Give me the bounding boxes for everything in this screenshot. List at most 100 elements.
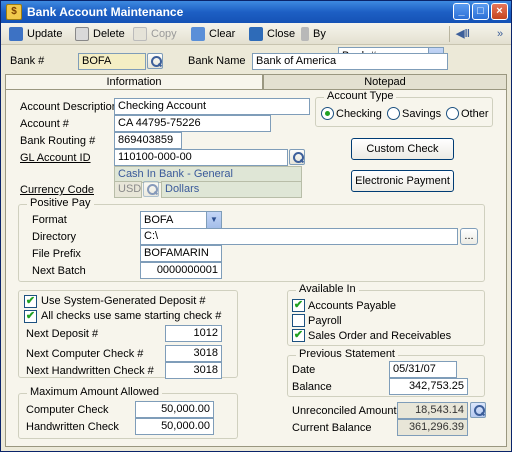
next-computer-label: Next Computer Check # [26, 348, 144, 360]
chevron-down-icon: ▼ [206, 212, 221, 228]
close-button[interactable]: Close [249, 26, 295, 42]
clear-button[interactable]: Clear [191, 26, 235, 42]
account-description-field[interactable]: Checking Account [114, 98, 310, 115]
next-computer-field[interactable]: 3018 [165, 345, 222, 362]
radio-savings[interactable] [387, 107, 400, 120]
copy-icon [133, 27, 147, 42]
directory-field[interactable]: C:\ [140, 228, 458, 245]
sales-order-label: Sales Order and Receivables [308, 330, 452, 342]
record-nav-prev-icon[interactable]: ◀‖ [456, 26, 470, 42]
toolbar: Update Delete Copy Clear Close By Bank #… [1, 23, 511, 65]
next-deposit-label: Next Deposit # [26, 328, 99, 340]
format-value: BOFA [144, 214, 174, 226]
currency-lookup-icon [143, 181, 159, 197]
max-handwritten-label: Handwritten Check [26, 421, 119, 433]
toolbar-separator [449, 26, 450, 42]
directory-label: Directory [32, 231, 77, 243]
minimize-button[interactable]: _ [453, 3, 470, 20]
account-type-title: Account Type [324, 90, 397, 102]
bank-num-label: Bank # [10, 55, 45, 67]
radio-other[interactable] [446, 107, 459, 120]
max-computer-field[interactable]: 50,000.00 [135, 401, 214, 418]
update-label: Update [27, 28, 63, 40]
next-handwritten-label: Next Handwritten Check # [26, 365, 154, 377]
gl-account-field[interactable]: 110100-000-00 [114, 149, 288, 166]
same-start-checkbox[interactable]: ✔ [24, 310, 37, 323]
current-balance-label: Current Balance [292, 422, 372, 434]
accounts-payable-checkbox[interactable]: ✔ [292, 299, 305, 312]
gl-lookup-icon[interactable] [289, 149, 305, 165]
paperclip-icon [301, 27, 309, 42]
gl-account-label[interactable]: GL Account ID [20, 152, 91, 164]
update-button[interactable]: Update [9, 26, 62, 42]
bank-account-maintenance-window: $ Bank Account Maintenance _ □ × Update … [0, 0, 512, 452]
window-title: Bank Account Maintenance [27, 5, 184, 19]
positive-pay-title: Positive Pay [27, 197, 94, 209]
format-select[interactable]: BOFA ▼ [140, 211, 222, 229]
radio-other-label: Other [461, 108, 489, 120]
account-description-label: Account Description [20, 101, 118, 113]
browse-button[interactable]: ... [460, 228, 478, 245]
close-window-button[interactable]: × [491, 3, 508, 20]
unreconciled-field: 18,543.14 [397, 402, 468, 419]
clear-icon [191, 27, 205, 42]
accounts-payable-label: Accounts Payable [308, 300, 397, 312]
title-bar: $ Bank Account Maintenance _ □ × [1, 1, 511, 23]
custom-check-button[interactable]: Custom Check [351, 138, 454, 160]
bank-name-label: Bank Name [188, 55, 246, 67]
radio-savings-label: Savings [402, 108, 442, 120]
sales-order-checkbox[interactable]: ✔ [292, 329, 305, 342]
account-num-label: Account # [20, 118, 69, 130]
tab-information[interactable]: Information [5, 74, 263, 90]
available-in-title: Available In [296, 283, 359, 295]
app-icon: $ [6, 4, 22, 20]
file-prefix-label: File Prefix [32, 248, 81, 260]
bank-lookup-icon[interactable] [147, 53, 163, 69]
statement-balance-field[interactable]: 342,753.25 [389, 378, 468, 395]
toolbar-overflow-icon[interactable]: » [497, 26, 503, 42]
next-batch-field[interactable]: 0000000001 [140, 262, 222, 279]
routing-field[interactable]: 869403859 [114, 132, 182, 149]
statement-date-label: Date [292, 364, 316, 376]
same-start-label: All checks use same starting check # [41, 310, 222, 322]
delete-button[interactable]: Delete [75, 26, 125, 42]
currency-code-label[interactable]: Currency Code [20, 184, 94, 196]
payroll-label: Payroll [308, 315, 342, 327]
max-amount-title: Maximum Amount Allowed [27, 386, 162, 398]
by-label: By [313, 28, 326, 40]
payroll-checkbox[interactable] [292, 314, 305, 327]
statement-date-field[interactable]: 05/31/07 [389, 361, 457, 378]
reconcile-detail-icon[interactable] [470, 402, 486, 418]
account-num-field[interactable]: CA 44795-75226 [114, 115, 271, 132]
maximize-button[interactable]: □ [472, 3, 489, 20]
delete-label: Delete [93, 28, 125, 40]
copy-label: Copy [151, 28, 177, 40]
previous-statement-title: Previous Statement [296, 348, 398, 360]
clear-label: Clear [209, 28, 236, 40]
use-system-deposit-checkbox[interactable]: ✔ [24, 295, 37, 308]
delete-icon [75, 27, 89, 42]
by-label-group: By [301, 26, 326, 42]
max-handwritten-field[interactable]: 50,000.00 [135, 418, 214, 435]
current-balance-field: 361,296.39 [397, 419, 468, 436]
currency-code-field: USD [114, 181, 142, 198]
next-deposit-field[interactable]: 1012 [165, 325, 222, 342]
tab-notepad[interactable]: Notepad [263, 74, 507, 90]
save-icon [9, 27, 23, 42]
file-prefix-field[interactable]: BOFAMARIN [140, 245, 222, 262]
electronic-payment-button[interactable]: Electronic Payment [351, 170, 454, 192]
bank-num-field[interactable]: BOFA [78, 53, 146, 70]
bank-name-field[interactable]: Bank of America [252, 53, 448, 70]
close-label: Close [267, 28, 296, 40]
use-system-deposit-label: Use System-Generated Deposit # [41, 295, 206, 307]
copy-button[interactable]: Copy [133, 26, 177, 42]
format-label: Format [32, 214, 67, 226]
currency-description: Dollars [161, 181, 302, 198]
radio-checking[interactable] [321, 107, 334, 120]
next-batch-label: Next Batch [32, 265, 86, 277]
next-handwritten-field[interactable]: 3018 [165, 362, 222, 379]
routing-label: Bank Routing # [20, 135, 96, 147]
unreconciled-label: Unreconciled Amount [292, 405, 397, 417]
max-computer-label: Computer Check [26, 404, 109, 416]
statement-balance-label: Balance [292, 381, 332, 393]
